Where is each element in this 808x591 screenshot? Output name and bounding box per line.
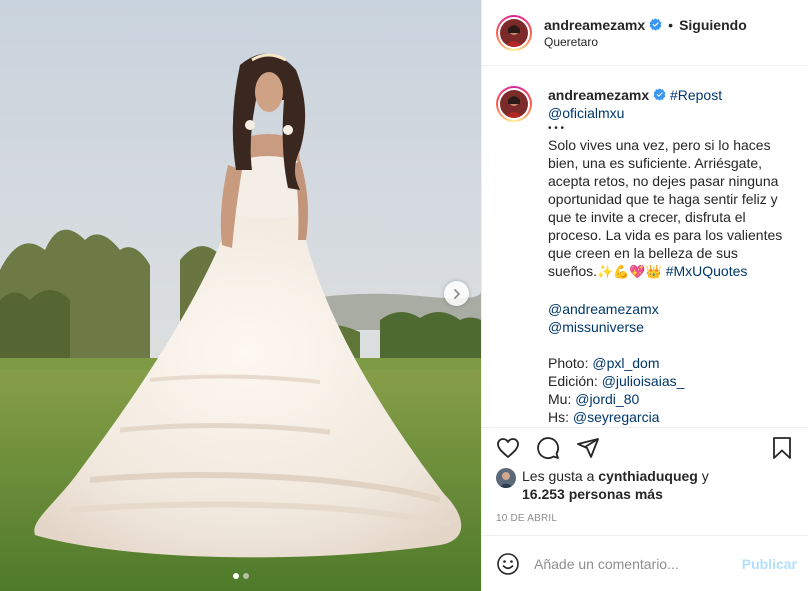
instagram-post: andreamezamx • Siguiendo Queretaro andre…	[0, 0, 808, 591]
caption-line: acepta retos, no dejes pasar ninguna	[548, 173, 779, 189]
mention-jordi-80[interactable]: @jordi_80	[575, 391, 639, 407]
post-details-panel: andreamezamx • Siguiendo Queretaro andre…	[481, 0, 808, 591]
caption-avatar[interactable]	[496, 86, 532, 122]
carousel-indicator	[0, 573, 481, 579]
hashtag-mxuquotes[interactable]: #MxUQuotes	[666, 263, 748, 279]
comment-icon	[537, 436, 559, 459]
header-text: andreamezamx • Siguiendo Queretaro	[544, 17, 747, 49]
caption-emojis: ✨💪💖👑	[597, 265, 662, 280]
likes-conjunction: y	[697, 468, 709, 484]
caption-line: proceso. La vida es para los valientes	[548, 227, 783, 243]
carousel-dot-active	[232, 573, 239, 579]
post-actions	[482, 427, 808, 467]
chevron-right-icon	[453, 288, 460, 299]
caption-dots: • • •	[548, 123, 565, 134]
comments-section[interactable]: andreamezamx #Repost @oficialmxu • • • S…	[482, 66, 808, 425]
comment-button[interactable]	[536, 436, 560, 460]
likes-count[interactable]: 16.253 personas más	[522, 486, 663, 502]
author-username[interactable]: andreamezamx	[544, 17, 645, 33]
mention-seyregarcia[interactable]: @seyregarcia	[573, 409, 660, 425]
mention-andreamezamx[interactable]: @andreamezamx	[548, 300, 794, 318]
caption-username[interactable]: andreamezamx	[548, 87, 649, 103]
photo-image	[0, 0, 481, 591]
bookmark-icon	[773, 436, 791, 459]
publish-button[interactable]: Publicar	[742, 556, 797, 572]
share-button[interactable]	[576, 436, 600, 460]
comment-input[interactable]	[534, 555, 742, 572]
credit-label: Mu:	[548, 391, 576, 407]
caption-line: que creen en la belleza de sus	[548, 245, 738, 261]
save-button[interactable]	[770, 436, 794, 460]
credit-label: Photo:	[548, 355, 593, 371]
liker-username[interactable]: cynthiaduqueg	[598, 468, 698, 484]
post-caption: andreamezamx #Repost @oficialmxu • • • S…	[548, 86, 794, 425]
liker-avatar[interactable]	[496, 468, 516, 488]
carousel-dot	[242, 573, 249, 579]
caption-line: bien, una es suficiente. Arriésgate,	[548, 155, 763, 171]
header-separator: •	[668, 16, 674, 33]
like-button[interactable]	[496, 436, 520, 460]
mention-julioisaias[interactable]: @julioisaias_	[602, 373, 685, 389]
post-header: andreamezamx • Siguiendo Queretaro	[482, 0, 808, 66]
mention-missuniverse[interactable]: @missuniverse	[548, 318, 794, 336]
mention-pxl-dom[interactable]: @pxl_dom	[592, 355, 659, 371]
add-comment-bar: Publicar	[482, 535, 808, 591]
verified-badge-icon	[653, 88, 666, 101]
avatar-image	[500, 18, 528, 47]
post-date[interactable]: 10 DE ABRIL	[482, 503, 808, 531]
following-button[interactable]: Siguiendo	[679, 17, 747, 33]
emoji-smile-icon	[497, 552, 519, 575]
author-avatar[interactable]	[496, 14, 532, 51]
carousel-next-button[interactable]	[444, 281, 469, 306]
caption-line: que te invite a crecer, disfruta el	[548, 209, 746, 225]
credit-label: Hs:	[548, 409, 573, 425]
avatar-image	[500, 90, 528, 118]
post-location[interactable]: Queretaro	[544, 35, 747, 49]
verified-badge-icon	[649, 18, 662, 31]
likes-prefix: Les gusta a	[522, 468, 599, 484]
caption-line: oportunidad que te haga sentir feliz y	[548, 191, 778, 207]
mention-oficialmxu[interactable]: @oficialmxu	[548, 104, 794, 122]
caption-line: sueños.	[548, 263, 598, 279]
hashtag-repost[interactable]: #Repost	[670, 87, 722, 103]
heart-icon	[497, 437, 519, 458]
credit-label: Edición:	[548, 373, 602, 389]
post-photo[interactable]	[0, 0, 481, 591]
caption-line: Solo vives una vez, pero si lo haces	[548, 137, 771, 153]
share-icon	[577, 437, 599, 458]
emoji-button[interactable]	[496, 552, 520, 576]
likes-summary: Les gusta a cynthiaduqueg y 16.253 perso…	[482, 467, 808, 503]
avatar-image	[496, 468, 516, 488]
